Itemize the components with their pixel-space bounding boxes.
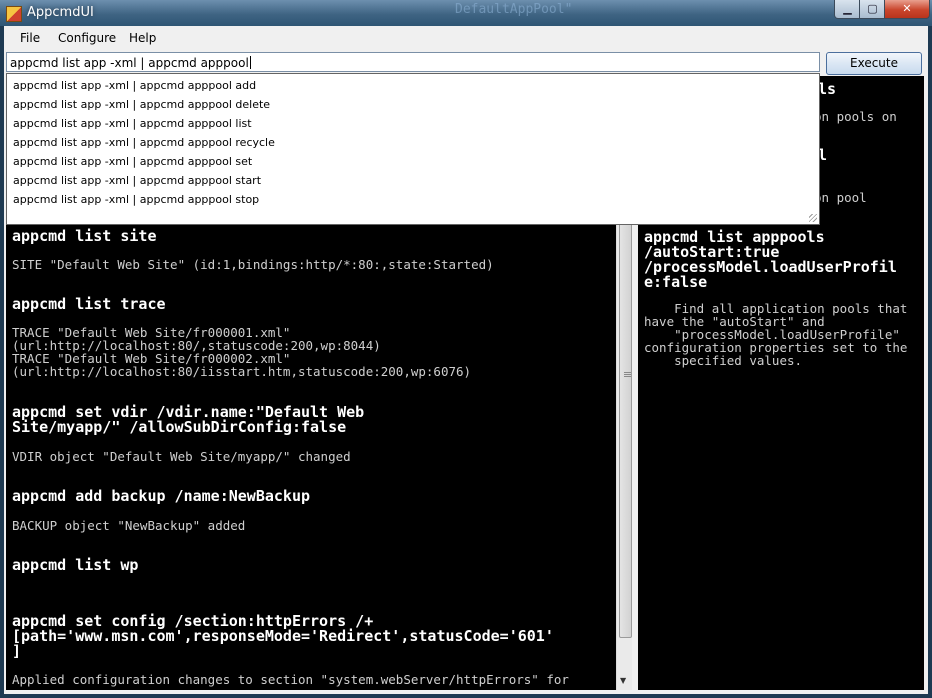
autocomplete-dropdown: appcmd list app -xml | appcmd apppool ad…: [6, 73, 820, 225]
output-result: VDIR object "Default Web Site/myapp/" ch…: [12, 449, 351, 464]
close-button[interactable]: ✕: [884, 0, 930, 19]
menu-help[interactable]: Help: [129, 31, 156, 45]
menu-file[interactable]: File: [20, 31, 40, 45]
minimize-button[interactable]: ▁: [834, 0, 861, 19]
execute-button[interactable]: Execute: [826, 52, 922, 75]
help-partial-text: ls: [818, 80, 837, 98]
help-partial-text: on pools on: [814, 109, 897, 124]
output-command: appcmd list site: [12, 227, 157, 245]
resize-grip-icon[interactable]: [809, 214, 817, 222]
scrollbar-grip-icon: [624, 372, 631, 373]
output-command: appcmd add backup /name:NewBackup: [12, 487, 311, 505]
help-example-command: appcmd list apppools /autoStart:true /pr…: [644, 228, 897, 291]
maximize-button[interactable]: ▢: [859, 0, 886, 19]
output-command: appcmd set config /section:httpErrors /+…: [12, 612, 554, 660]
output-result: SITE "Default Web Site" (id:1,bindings:h…: [12, 257, 494, 272]
output-result: BACKUP object "NewBackup" added: [12, 518, 246, 533]
command-input[interactable]: appcmd list app -xml | appcmd apppool: [6, 52, 820, 72]
window-title: AppcmdUI: [27, 5, 94, 20]
output-command: appcmd list trace: [12, 295, 166, 313]
text-caret: [249, 56, 251, 69]
autocomplete-item[interactable]: appcmd list app -xml | appcmd apppool st…: [13, 193, 259, 206]
autocomplete-item[interactable]: appcmd list app -xml | appcmd apppool li…: [13, 117, 252, 130]
menu-bar: File Configure Help: [4, 26, 928, 50]
window-client: File Configure Help appcmd list app -xml…: [4, 26, 928, 694]
output-result: TRACE "Default Web Site/fr000001.xml" (u…: [12, 325, 472, 379]
background-window-text: DefaultAppPool": [455, 2, 573, 17]
menu-configure[interactable]: Configure: [58, 31, 116, 45]
command-input-text: appcmd list app -xml | appcmd apppool: [10, 56, 249, 70]
autocomplete-item[interactable]: appcmd list app -xml | appcmd apppool de…: [13, 98, 270, 111]
output-result: Applied configuration changes to section…: [12, 672, 569, 687]
autocomplete-item[interactable]: appcmd list app -xml | appcmd apppool st…: [13, 174, 261, 187]
title-bar: AppcmdUI DefaultAppPool" ▁ ▢ ✕: [0, 0, 932, 26]
output-command: appcmd set vdir /vdir.name:"Default Web …: [12, 403, 365, 436]
output-command: appcmd list wp: [12, 556, 139, 574]
autocomplete-item[interactable]: appcmd list app -xml | appcmd apppool se…: [13, 155, 252, 168]
help-example-description: Find all application pools that have the…: [644, 301, 908, 368]
app-icon: [6, 6, 22, 22]
scroll-down-arrow-icon[interactable]: ▼: [620, 676, 626, 685]
autocomplete-item[interactable]: appcmd list app -xml | appcmd apppool ad…: [13, 79, 256, 92]
help-partial-text: on pool: [814, 190, 867, 205]
autocomplete-item[interactable]: appcmd list app -xml | appcmd apppool re…: [13, 136, 275, 149]
